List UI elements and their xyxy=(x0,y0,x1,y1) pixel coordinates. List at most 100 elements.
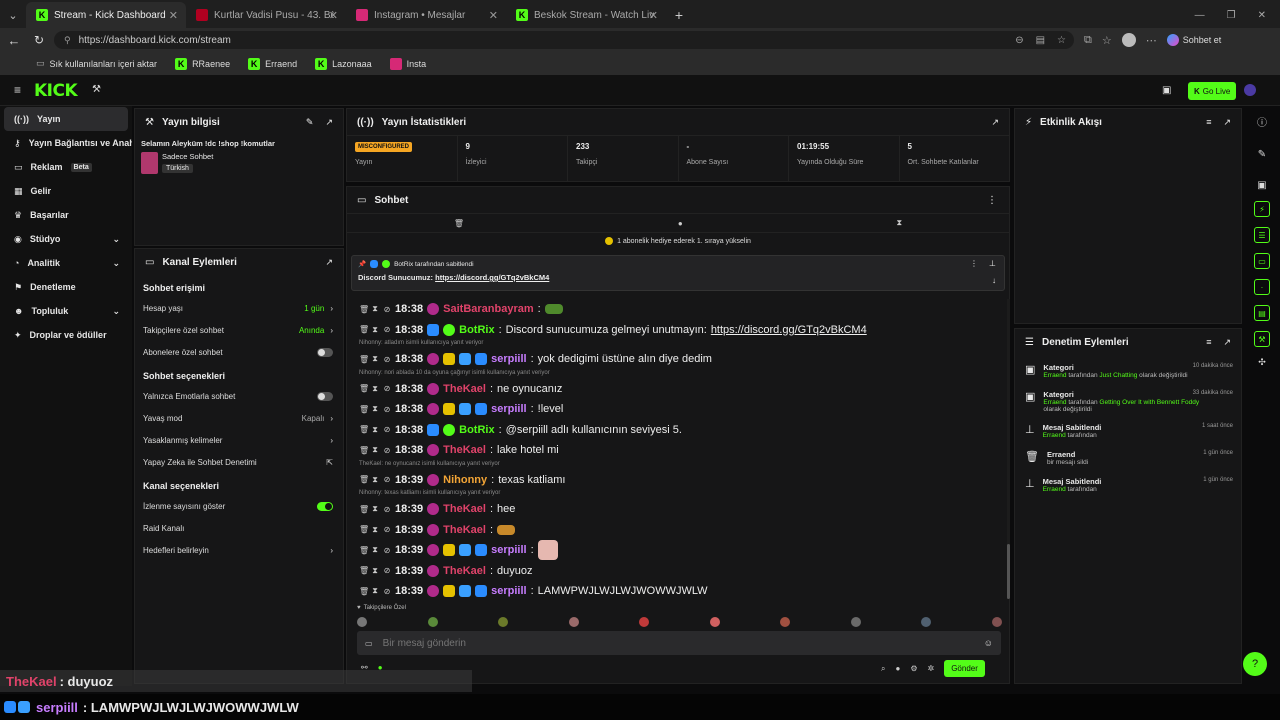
chat-message[interactable]: 🗑 ⧗ ⊘ 18:39 TheKael: xyxy=(347,520,1007,541)
ban-icon[interactable]: ⊘ xyxy=(383,446,391,455)
back-icon[interactable]: ← xyxy=(0,33,28,48)
popout-icon[interactable]: ↗ xyxy=(325,117,333,128)
delete-message-icon[interactable]: 🗑 xyxy=(359,305,369,314)
message-username[interactable]: BotRix xyxy=(459,324,494,336)
ban-icon[interactable]: ⊘ xyxy=(383,566,391,575)
reload-icon[interactable]: ↻ xyxy=(28,33,50,47)
go-live-button[interactable]: K Go Live xyxy=(1188,82,1237,100)
ban-icon[interactable]: ⊘ xyxy=(383,505,391,514)
ban-icon[interactable]: ⊘ xyxy=(383,546,391,555)
timeout-hourglass-icon[interactable]: ⧗ xyxy=(371,425,379,435)
user-avatar[interactable] xyxy=(1244,84,1256,96)
ban-icon[interactable]: ⊘ xyxy=(383,587,391,596)
slow-mode-row[interactable]: Yavaş mod Kapalı › xyxy=(135,407,343,429)
delete-message-icon[interactable]: 🗑 xyxy=(359,425,369,434)
ban-icon[interactable]: ⊘ xyxy=(383,475,391,484)
delete-message-icon[interactable]: 🗑 xyxy=(359,446,369,455)
message-username[interactable]: TheKael xyxy=(443,565,486,577)
close-tab-icon[interactable]: ✕ xyxy=(649,9,658,22)
copilot-button[interactable]: Sohbet et xyxy=(1166,34,1221,46)
banned-words-row[interactable]: Yasaklanmış kelimeler › xyxy=(135,429,343,451)
ai-moderation-row[interactable]: Yapay Zeka ile Sohbet Denetimi ⇱ xyxy=(135,451,343,473)
ban-icon[interactable]: ⊘ xyxy=(383,425,391,434)
emote-icon[interactable] xyxy=(498,617,509,627)
help-support-button[interactable]: ? xyxy=(1243,652,1267,676)
delete-message-icon[interactable]: 🗑 xyxy=(359,475,369,484)
quick-action-chat-icon[interactable]: ▭ xyxy=(1254,253,1270,269)
emote-icon[interactable] xyxy=(921,617,932,627)
favorites-icon[interactable]: ☆ xyxy=(1102,34,1112,47)
set-goals-row[interactable]: Hedefleri belirleyin › xyxy=(135,539,343,561)
unpin-icon[interactable]: ⊥ xyxy=(989,259,996,268)
profile-avatar[interactable] xyxy=(1121,33,1136,47)
bookmark-rraenee[interactable]: K RRaenee xyxy=(175,57,230,70)
sidebar-item-studyo[interactable]: ◉ Stüdyo ⌄ xyxy=(0,227,132,251)
bookmark-import[interactable]: ▭ Sık kullanılanları içeri aktar xyxy=(36,58,157,69)
chat-message[interactable]: 🗑 ⧗ ⊘ 18:38 BotRix: @serpiill adlı kullanıcın… xyxy=(347,420,1007,441)
message-username[interactable]: TheKael xyxy=(443,503,486,515)
pin-menu-icon[interactable]: ⋮ xyxy=(970,259,978,268)
ban-icon[interactable]: ⊘ xyxy=(383,525,391,534)
sidebar-item-topluluk[interactable]: ☻ Topluluk ⌄ xyxy=(0,299,132,323)
quick-action-broadcast-icon[interactable]: · xyxy=(1254,279,1270,295)
tab-list-chevron-icon[interactable]: ⌄ xyxy=(0,2,26,28)
timeout-hourglass-icon[interactable]: ⧗ xyxy=(371,504,379,514)
delete-message-icon[interactable]: 🗑 xyxy=(359,566,369,575)
stream-preview-icon[interactable]: ▣ xyxy=(1162,85,1171,96)
chat-message[interactable]: 🗑 ⧗ ⊘ 18:39 TheKael: duyuoz xyxy=(347,561,1007,582)
sidebar-item-analitik[interactable]: ◔ Analitik ⌄ xyxy=(0,251,132,275)
ban-icon[interactable]: ⊘ xyxy=(383,325,391,334)
chat-input[interactable] xyxy=(382,637,974,649)
bookmark-erraend[interactable]: K Erraend xyxy=(248,57,297,70)
pencil-icon[interactable]: ✎ xyxy=(1258,149,1266,160)
maximize-icon[interactable]: ❐ xyxy=(1227,10,1236,21)
delete-message-icon[interactable]: 🗑 xyxy=(359,525,369,534)
emote-icon[interactable] xyxy=(357,617,367,627)
message-username[interactable]: serpiill xyxy=(491,544,526,556)
bookmark-insta[interactable]: Insta xyxy=(389,57,426,70)
edit-pencil-icon[interactable]: ✎ xyxy=(306,117,314,128)
stream-preview-icon[interactable]: ▣ xyxy=(1257,180,1266,191)
kick-logo[interactable]: KICK xyxy=(34,81,78,101)
emotes-only-toggle[interactable] xyxy=(317,391,333,401)
quick-action-list-icon[interactable]: ☰ xyxy=(1254,227,1270,243)
zoom-icon[interactable]: ⊖ xyxy=(1015,35,1023,46)
hourglass-icon[interactable]: ⧗ xyxy=(896,218,902,228)
sidebar-item-denetleme[interactable]: ⚑ Denetleme xyxy=(0,275,132,299)
chat-message[interactable]: 🗑 ⧗ ⊘ 18:39 Nihonny: texas katliamı xyxy=(347,470,1007,491)
delete-message-icon[interactable]: 🗑 xyxy=(359,325,369,334)
chat-message[interactable]: 🗑 ⧗ ⊘ 18:39 TheKael: hee xyxy=(347,499,1007,520)
message-username[interactable]: TheKael xyxy=(443,524,486,536)
chat-message[interactable]: 🗑 ⧗ ⊘ 18:39 serpiill: LAMWPWJLWJLWJWOWWJWLW xyxy=(347,581,1007,602)
chat-message[interactable]: 🗑 ⧗ ⊘ 18:38 SaitBaranbayram: xyxy=(347,299,1007,320)
tab-instagram[interactable]: Instagram • Mesajlar ✕ xyxy=(346,2,506,28)
site-info-icon[interactable]: ⚲ xyxy=(64,35,71,46)
sidebar-item-yayin[interactable]: ((·)) Yayın xyxy=(4,107,128,131)
more-menu-icon[interactable]: ⋯ xyxy=(1146,34,1157,47)
emoji-icon[interactable]: ☺ xyxy=(984,638,993,648)
timeout-hourglass-icon[interactable]: ⧗ xyxy=(371,525,379,535)
filter-icon[interactable]: ≡ xyxy=(1206,337,1211,348)
message-username[interactable]: SaitBaranbayram xyxy=(443,303,534,315)
message-username[interactable]: TheKael xyxy=(443,383,486,395)
message-username[interactable]: serpiill xyxy=(491,353,526,365)
close-tab-icon[interactable]: ✕ xyxy=(489,9,498,22)
chat-mode-icon[interactable]: ● xyxy=(678,219,683,228)
new-tab-plus-icon[interactable]: + xyxy=(666,2,692,28)
timeout-hourglass-icon[interactable]: ⧗ xyxy=(371,304,379,314)
delete-message-icon[interactable]: 🗑 xyxy=(359,405,369,414)
sidebar-item-basarilar[interactable]: ♛ Başarılar xyxy=(0,203,132,227)
message-username[interactable]: Nihonny xyxy=(443,474,487,486)
add-widget-icon[interactable]: ✣ xyxy=(1258,357,1266,368)
timeout-hourglass-icon[interactable]: ⧗ xyxy=(371,475,379,485)
followers-only-row[interactable]: Takipçilere özel sohbet Anında › xyxy=(135,319,343,341)
delete-message-icon[interactable]: 🗑 xyxy=(359,587,369,596)
send-button[interactable]: Gönder xyxy=(944,660,985,677)
popout-icon[interactable]: ↗ xyxy=(325,257,343,268)
chat-message[interactable]: 🗑 ⧗ ⊘ 18:39 serpiill: xyxy=(347,540,1007,561)
extensions-icon[interactable]: ⧉ xyxy=(1084,34,1092,47)
timeout-hourglass-icon[interactable]: ⧗ xyxy=(371,384,379,394)
message-username[interactable]: serpiill xyxy=(491,403,526,415)
ban-icon[interactable]: ⊘ xyxy=(383,405,391,414)
delete-message-icon[interactable]: 🗑 xyxy=(359,546,369,555)
